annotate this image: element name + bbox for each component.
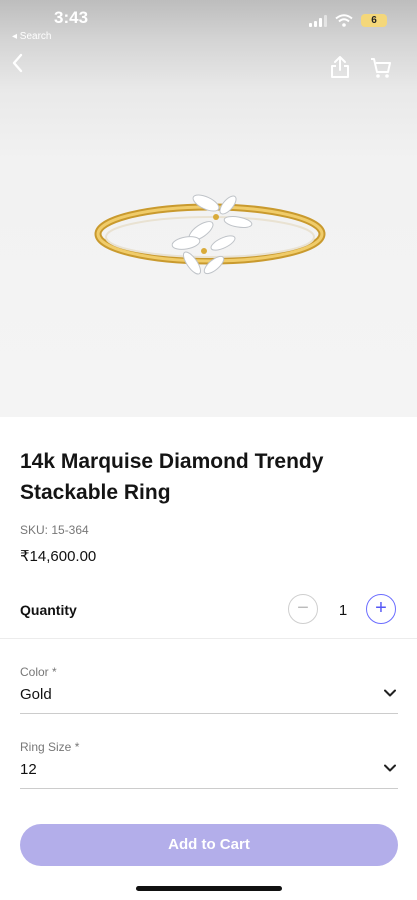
status-time: 3:43 [54,8,89,27]
product-image[interactable] [0,0,417,417]
quantity-decrease-button[interactable]: − [288,594,318,624]
color-field-underline [20,713,398,714]
signal-icon [309,14,327,27]
home-indicator [136,886,282,891]
share-icon[interactable] [329,55,351,79]
product-price: ₹14,600.00 [20,548,97,565]
battery-icon: 6 [361,14,387,27]
status-icons: 6 [309,14,387,27]
color-label: Color * [20,665,57,679]
product-sku: SKU: 15-364 [20,523,89,537]
quantity-label: Quantity [20,602,77,618]
ring-size-select[interactable]: 12 [20,761,37,778]
add-to-cart-button[interactable]: Add to Cart [20,824,398,866]
product-title: 14k Marquise Diamond Trendy Stackable Ri… [20,450,324,504]
cart-icon[interactable] [370,57,392,79]
ring-size-label: Ring Size * [20,740,80,754]
back-icon[interactable] [8,50,28,76]
ring-image [94,194,326,275]
color-select[interactable]: Gold [20,686,52,703]
chevron-down-icon[interactable] [384,764,396,772]
back-to-search-link[interactable]: ◂ Search [12,31,51,42]
divider [0,638,417,639]
quantity-increase-button[interactable]: + [366,594,396,624]
quantity-value: 1 [338,602,348,619]
chevron-down-icon[interactable] [384,689,396,697]
ring-size-field-underline [20,788,398,789]
wifi-icon [335,14,353,27]
